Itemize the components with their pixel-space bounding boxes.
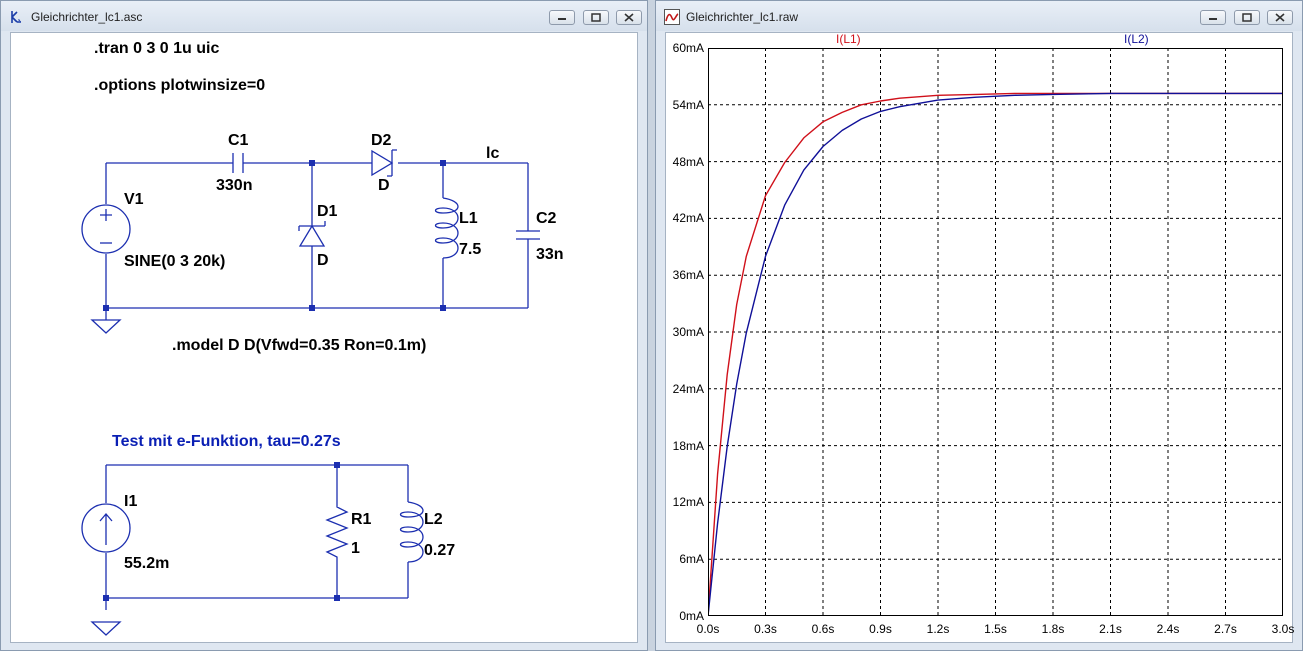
junction-dot [334,462,340,468]
y-tick-label: 48mA [672,154,704,169]
i1-value[interactable]: 55.2m [124,555,169,573]
junction-dot [440,305,446,311]
grid-lines [708,48,1283,616]
x-tick-label: 0.9s [869,622,892,636]
waveform-window-title: Gleichrichter_lc1.raw [686,10,799,24]
junction-dot [103,305,109,311]
waveform-titlebar[interactable]: Gleichrichter_lc1.raw [656,1,1302,31]
y-tick-label: 54mA [672,97,704,112]
y-tick-label: 6mA [679,552,704,567]
close-icon [1275,13,1285,22]
tran-directive[interactable]: .tran 0 3 0 1u uic [94,40,219,58]
y-tick-label: 12mA [672,495,704,510]
waveform-viewer-icon [664,9,680,25]
minimize-button[interactable] [1200,10,1226,25]
model-directive[interactable]: .model D D(Vfwd=0.35 Ron=0.1m) [172,337,426,355]
x-tick-label: 0.3s [754,622,777,636]
x-tick-label: 1.8s [1041,622,1065,636]
r1-value[interactable]: 1 [351,540,360,558]
l1-name[interactable]: L1 [459,210,478,228]
junction-dot [309,305,315,311]
junction-dot [334,595,340,601]
ground-icon [90,319,122,334]
c2-name[interactable]: C2 [536,210,556,228]
v1-value[interactable]: SINE(0 3 20k) [124,253,225,271]
arrow-up-icon [99,513,113,545]
l2-name[interactable]: L2 [424,511,443,529]
x-tick-label: 0.6s [811,622,835,636]
y-tick-label: 30mA [672,325,704,339]
junction-dot [440,160,446,166]
comment-text[interactable]: Test mit e-Funktion, tau=0.27s [112,433,341,451]
x-tick-label: 2.1s [1099,622,1122,636]
d1-name[interactable]: D1 [317,203,337,221]
y-tick-label: 36mA [672,268,704,283]
l2-value[interactable]: 0.27 [424,542,455,560]
restore-icon [1242,13,1252,22]
y-tick-label: 0mA [679,609,704,623]
x-tick-label: 3.0s [1271,622,1295,636]
l1-symbol [434,197,459,259]
x-tick-label: 2.4s [1156,622,1180,636]
i1-name[interactable]: I1 [124,493,137,511]
junction-dot [309,160,315,166]
d2-name[interactable]: D2 [371,132,391,150]
options-directive[interactable]: .options plotwinsize=0 [94,77,265,95]
plot-pane[interactable] [708,48,1283,616]
minimize-icon [1209,18,1217,20]
x-tick-label: 1.5s [984,622,1007,636]
l2-symbol [399,501,424,563]
x-tick-label: 2.7s [1214,622,1237,636]
d2-symbol [371,149,397,177]
x-tick-label: 1.2s [926,622,950,636]
c1-name[interactable]: C1 [228,132,248,150]
r1-name[interactable]: R1 [351,511,371,529]
y-tick-label: 60mA [672,41,704,55]
restore-button[interactable] [1234,10,1260,25]
d1-symbol [298,221,326,247]
junction-dot [103,595,109,601]
y-tick-label: 18mA [672,438,704,453]
ground-icon [90,621,122,636]
schematic-drawing[interactable] [0,0,648,651]
trace-label-l2[interactable]: I(L2) [1124,32,1149,46]
trace-label-l1[interactable]: I(L1) [836,32,861,46]
c1-value[interactable]: 330n [216,177,252,195]
y-tick-label: 24mA [672,381,704,396]
v1-name[interactable]: V1 [124,191,144,209]
x-tick-label: 0.0s [696,622,720,636]
plus-icon [100,209,112,221]
r1-symbol [325,500,349,562]
c2-symbol [516,230,540,240]
y-tick-label: 42mA [672,211,704,226]
l1-value[interactable]: 7.5 [459,241,481,259]
d2-value[interactable]: D [378,177,390,195]
d1-value[interactable]: D [317,252,329,270]
close-button[interactable] [1267,10,1293,25]
c1-symbol [232,153,244,173]
c2-value[interactable]: 33n [536,246,564,264]
lc-net-label[interactable]: lc [486,145,499,163]
